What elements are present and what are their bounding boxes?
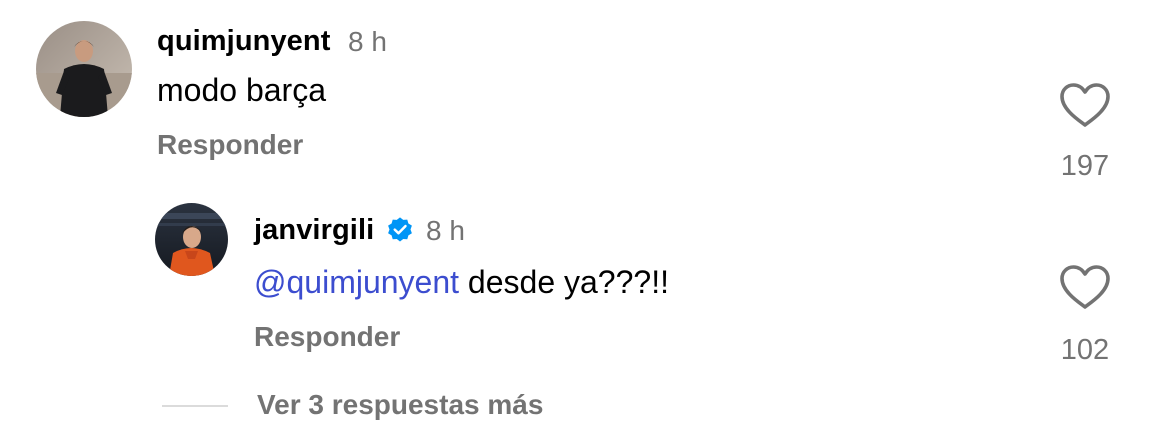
comment-timestamp: 8 h xyxy=(348,26,387,57)
heart-outline-icon xyxy=(1060,83,1110,127)
heart-outline-icon xyxy=(1060,265,1110,309)
reply-text: @quimjunyent desde ya???!! xyxy=(254,264,669,301)
like-button[interactable] xyxy=(1058,81,1112,129)
reply-button[interactable]: Responder xyxy=(254,321,400,353)
verified-badge-icon xyxy=(388,217,412,242)
reply-button[interactable]: Responder xyxy=(157,129,303,161)
like-count: 197 xyxy=(1060,150,1110,182)
reply-text-body: desde ya???!! xyxy=(459,264,669,300)
view-more-replies-button[interactable]: Ver 3 respuestas más xyxy=(257,389,543,421)
comment-text: modo barça xyxy=(157,72,326,108)
replies-divider xyxy=(162,405,228,407)
mention-link[interactable]: @quimjunyent xyxy=(254,264,459,300)
avatar[interactable] xyxy=(36,21,132,117)
reply-timestamp: 8 h xyxy=(426,215,465,246)
like-button[interactable] xyxy=(1058,263,1112,311)
comment-username[interactable]: quimjunyent xyxy=(157,25,331,58)
like-count: 102 xyxy=(1060,334,1110,366)
avatar[interactable] xyxy=(155,203,228,276)
reply-username[interactable]: janvirgili xyxy=(254,214,374,247)
